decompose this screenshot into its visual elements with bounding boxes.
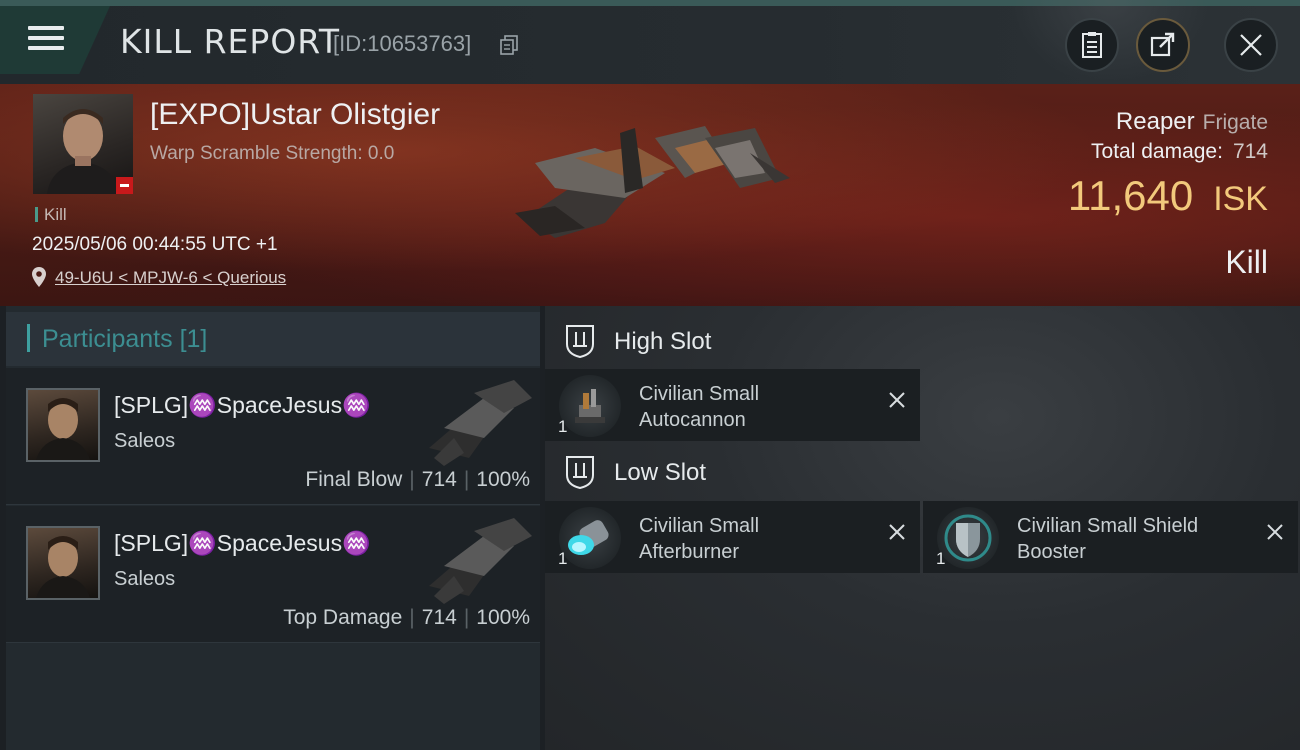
module-item[interactable]: 1 Civilian Small Autocannon [545, 369, 920, 441]
ship-name: Reaper [1115, 108, 1195, 135]
destroyed-x-icon [1267, 524, 1283, 540]
module-name-line2: Afterburner [639, 541, 740, 563]
module-name-line1: Civilian Small Shield [1017, 515, 1199, 537]
victim-ship-image[interactable] [515, 118, 790, 258]
participant-row[interactable]: [SPLG]♒SpaceJesus♒ Saleos Final Blow | 714… [6, 368, 540, 505]
participant-damage: 714 [421, 606, 457, 629]
participant-ship: Saleos [114, 430, 176, 452]
low-slot-header: Low Slot [545, 441, 1300, 503]
low-slot-icon [566, 456, 594, 489]
high-slot-icon [566, 325, 594, 358]
high-slot-label: High Slot [614, 328, 712, 355]
module-name: Civilian Small Shield Booster [1017, 513, 1198, 565]
participant-ship: Saleos [114, 568, 176, 590]
kill-tag: Kill [35, 205, 67, 225]
module-name-line1: Civilian Small [639, 383, 760, 405]
kill-tag-label: Kill [44, 205, 67, 224]
close-button[interactable] [1224, 18, 1278, 72]
high-slot-header: High Slot [545, 310, 1300, 372]
participants-count: [1] [179, 325, 208, 353]
participant-ship-image [429, 518, 532, 604]
separator: | [409, 606, 415, 629]
kill-datetime: 2025/05/06 00:44:55 UTC +1 [32, 234, 278, 255]
page-title: KILL REPORT [120, 22, 340, 61]
module-name-line2: Booster [1017, 541, 1086, 563]
participant-percent: 100% [476, 468, 530, 491]
separator: | [463, 468, 470, 491]
share-icon [1150, 32, 1175, 57]
separator: | [409, 468, 415, 491]
ship-class: Frigate [1202, 111, 1268, 134]
clipboard-icon [1082, 32, 1102, 58]
participant-avatar[interactable] [26, 526, 100, 600]
low-slot-label: Low Slot [614, 459, 707, 486]
module-item[interactable]: 1 Civilian Small Shield Booster [923, 501, 1298, 573]
module-quantity: 1 [936, 549, 946, 568]
location-link[interactable]: 49-U6U < MPJW-6 < Querious [55, 268, 286, 288]
autocannon-icon [559, 375, 621, 437]
participants-label: Participants [42, 325, 173, 353]
module-name-line2: Autocannon [639, 409, 746, 431]
close-icon [1240, 34, 1262, 56]
participant-role: Top Damage [283, 606, 403, 629]
total-damage: Total damage: 714 [1091, 140, 1268, 164]
participant-name: [SPLG]♒SpaceJesus♒ [114, 392, 371, 418]
module-item[interactable]: 1 Civilian Small Afterburner [545, 501, 920, 573]
separator: | [463, 606, 470, 629]
total-damage-value: 714 [1232, 140, 1268, 163]
participants-title[interactable]: Participants [1] [26, 324, 208, 354]
destroyed-x-icon [889, 392, 905, 408]
hamburger-menu-icon[interactable] [28, 26, 64, 56]
participant-damage: 714 [421, 468, 457, 491]
participant-role: Final Blow [305, 468, 403, 491]
location-pin-icon [32, 267, 46, 287]
module-quantity: 1 [558, 417, 568, 436]
total-damage-label: Total damage: [1091, 140, 1223, 163]
module-name: Civilian Small Autocannon [639, 381, 759, 433]
participant-avatar[interactable] [26, 388, 100, 462]
result-label: Kill [1225, 244, 1268, 280]
module-name: Civilian Small Afterburner [639, 513, 759, 565]
isk-amount: 11,640 [1067, 172, 1194, 219]
report-id: [ID:10653763] [333, 31, 472, 56]
afterburner-icon [559, 507, 621, 569]
module-quantity: 1 [558, 549, 568, 568]
module-name-line1: Civilian Small [639, 515, 760, 537]
participant-name: [SPLG]♒SpaceJesus♒ [114, 530, 371, 556]
copy-icon[interactable] [500, 35, 518, 55]
participant-row[interactable]: [SPLG]♒SpaceJesus♒ Saleos Top Damage | 714… [6, 506, 540, 643]
clipboard-button[interactable] [1065, 18, 1119, 72]
standing-badge [116, 177, 133, 194]
participant-stats: Top Damage | 714 | 100% [283, 606, 530, 630]
isk-unit: ISK [1213, 180, 1268, 218]
isk-value: 11,640 ISK [1068, 172, 1268, 220]
participant-stats: Final Blow | 714 | 100% [305, 468, 530, 492]
shield-booster-icon [937, 507, 999, 569]
participant-ship-image [429, 380, 532, 466]
victim-ship-type[interactable]: Reaper Frigate [1116, 108, 1268, 136]
participant-percent: 100% [476, 606, 530, 629]
warp-scramble-strength: Warp Scramble Strength: 0.0 [150, 143, 395, 164]
destroyed-x-icon [889, 524, 905, 540]
share-button[interactable] [1136, 18, 1190, 72]
victim-name[interactable]: [EXPO]Ustar Olistgier [150, 98, 440, 132]
